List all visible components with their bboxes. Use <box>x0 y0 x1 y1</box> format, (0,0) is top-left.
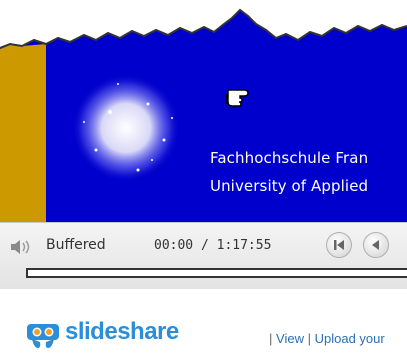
slideshare-logo-icon <box>27 324 59 348</box>
slide-viewer: Fachhochschule Fran University of Applie… <box>0 0 407 222</box>
upload-link[interactable]: Upload your <box>315 331 385 346</box>
view-link[interactable]: View <box>276 331 304 346</box>
separator: | <box>269 331 273 346</box>
accent-bar <box>0 44 46 222</box>
skip-first-icon <box>334 240 344 250</box>
slide-text-line-1: Fachhochschule Fran <box>210 149 369 167</box>
time-separator: / <box>193 238 217 253</box>
progress-bar[interactable] <box>26 268 407 278</box>
first-slide-button[interactable] <box>326 232 352 258</box>
previous-icon <box>372 240 379 250</box>
time-display: 00:00 / 1:17:55 <box>154 238 271 253</box>
slide-text-line-2: University of Applied <box>210 177 369 195</box>
separator: | <box>307 331 311 346</box>
speaker-icon[interactable] <box>9 237 37 257</box>
player-controls: Buffered 00:00 / 1:17:55 <box>0 222 407 289</box>
brand-name: slideshare <box>65 318 179 345</box>
footer-links: | View | Upload your <box>269 331 385 346</box>
slideshare-logo[interactable]: slideshare <box>26 318 296 352</box>
previous-slide-button[interactable] <box>363 232 389 258</box>
current-time: 00:00 <box>154 238 194 253</box>
buffer-status: Buffered <box>46 237 106 253</box>
total-time: 1:17:55 <box>216 238 272 253</box>
glow-graphic <box>72 74 180 182</box>
